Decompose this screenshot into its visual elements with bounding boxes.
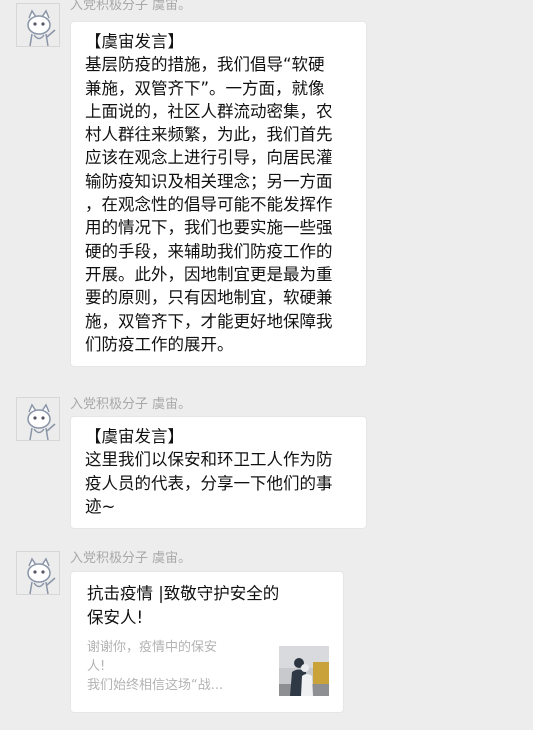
card-desc-line: 我们始终相信这场“战... — [87, 678, 224, 693]
message-line: 要的原则，只有因地制宜，软硬兼 — [85, 288, 333, 308]
card-title-line: 抗击疫情 |致敬守护安全的 — [87, 584, 280, 603]
message-line: 迹~ — [85, 496, 116, 516]
avatar[interactable] — [16, 551, 60, 595]
message-line: 疫人员的代表，分享一下他们的事 — [85, 473, 333, 493]
message-line: 硬的手段，来辅助我们防疫工作的 — [85, 241, 333, 261]
message-line: 用的情况下，我们也要实施一些强 — [85, 218, 333, 238]
sender-name: 入党积极分子 虞宙。 — [70, 397, 192, 412]
message-line: 们防疫工作的展开。 — [85, 334, 234, 354]
cat-avatar-icon — [17, 4, 59, 46]
message-line: 开展。此外，因地制宜更是最为重 — [85, 264, 333, 284]
cat-avatar-icon — [17, 398, 59, 440]
message-line: 输防疫知识及相关理念；另一方面 — [85, 171, 333, 191]
message-line: 应该在观念上进行引导，向居民灌 — [85, 148, 333, 168]
link-card[interactable]: 抗击疫情 |致敬守护安全的 保安人! 谢谢你，疫情中的保安 人! 我们始终相信这… — [70, 571, 344, 713]
cat-avatar-icon — [17, 552, 59, 594]
message-line: 这里我们以保安和环卫工人作为防 — [85, 450, 333, 470]
message-line: 【虞宙发言】 — [85, 427, 184, 446]
thumbnail-image-icon — [279, 646, 329, 696]
avatar[interactable] — [16, 3, 60, 47]
sender-name: 入党积极分子 虞宙。 — [70, 0, 192, 13]
sender-name: 入党积极分子 虞宙。 — [70, 551, 192, 566]
message-line: 【虞宙发言】 — [85, 32, 184, 51]
message-bubble[interactable]: 【虞宙发言】 基层防疫的措施，我们倡导“软硬 兼施，双管齐下”。一方面，就像 上… — [70, 21, 367, 368]
message-line: 上面说的，社区人群流动密集，农 — [85, 101, 333, 121]
avatar[interactable] — [16, 397, 60, 441]
message-line: 基层防疫的措施，我们倡导“软硬 — [85, 55, 325, 75]
card-thumbnail — [279, 646, 329, 696]
message-line: 施，双管齐下，才能更好地保障我 — [85, 311, 333, 331]
message-line: 村人群往来频繁，为此，我们首先 — [85, 125, 333, 145]
card-desc-line: 谢谢你，疫情中的保安 — [87, 640, 218, 655]
message-line: 兼施，双管齐下”。一方面，就像 — [85, 78, 325, 98]
card-desc-line: 人! — [87, 659, 106, 674]
card-description: 谢谢你，疫情中的保安 人! 我们始终相信这场“战... — [87, 638, 257, 695]
message-line: ，在观念性的倡导可能不能发挥作 — [85, 195, 333, 215]
card-title-line: 保安人! — [87, 608, 144, 627]
message-bubble[interactable]: 【虞宙发言】 这里我们以保安和环卫工人作为防 疫人员的代表，分享一下他们的事 迹… — [70, 416, 367, 530]
